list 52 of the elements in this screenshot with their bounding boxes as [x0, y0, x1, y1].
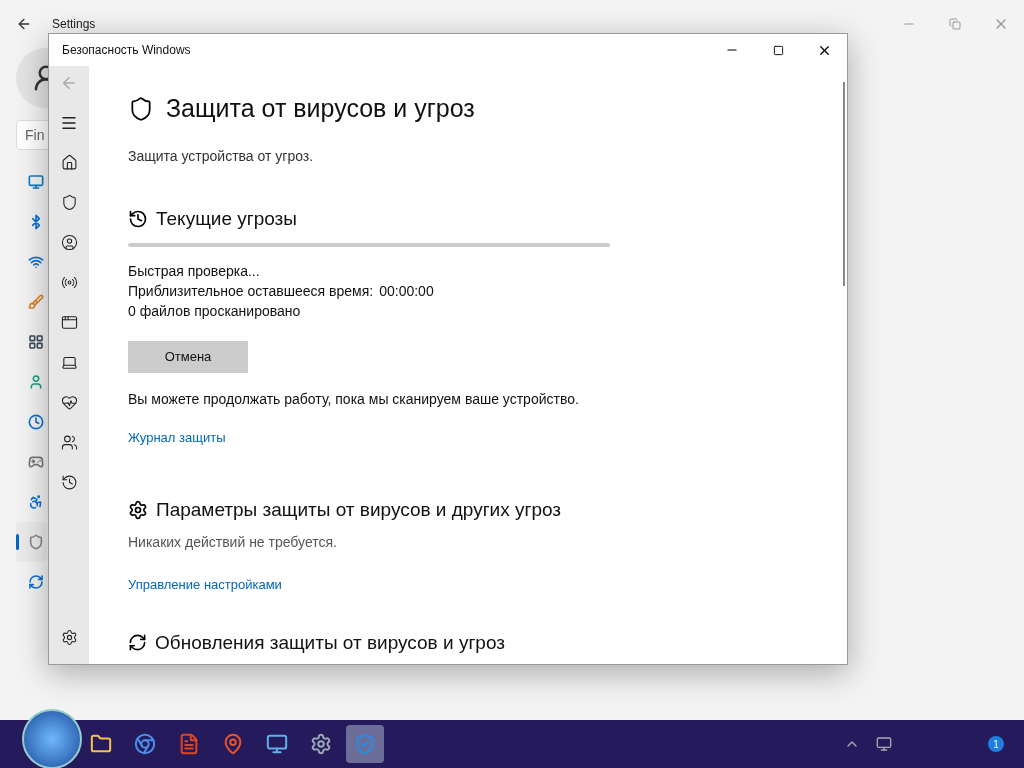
manage-settings-link[interactable]: Управление настройками	[128, 575, 847, 595]
browser-icon[interactable]	[60, 314, 78, 331]
page-heading: Защита от вирусов и угроз	[166, 93, 475, 124]
shield-icon	[28, 534, 44, 550]
settings-icon[interactable]	[60, 629, 78, 646]
window-title: Settings	[52, 16, 96, 33]
start-button[interactable]	[22, 709, 82, 768]
wifi-icon	[28, 254, 44, 270]
explorer-icon	[90, 733, 112, 755]
remaining-time-label: Приблизительное оставшееся время:	[128, 282, 374, 301]
brush-icon	[28, 294, 44, 310]
restore-icon	[949, 18, 961, 30]
accessibility-icon	[28, 494, 44, 510]
maximize-icon	[772, 44, 784, 56]
scan-status: Быстрая проверка...	[128, 262, 261, 281]
page-subtitle: Защита устройства от угроз.	[128, 146, 315, 166]
clock-icon	[28, 414, 44, 430]
notification-badge[interactable]: 1	[988, 736, 1004, 752]
health-icon[interactable]	[60, 394, 78, 411]
gamepad-icon	[28, 454, 44, 470]
back-icon[interactable]	[16, 16, 32, 32]
refresh-icon	[128, 633, 147, 653]
menu-icon[interactable]	[60, 114, 78, 132]
section-heading: Параметры защиты от вирусов и других угроз	[156, 497, 562, 522]
scan-note: Вы можете продолжать работу, пока мы сканируем ваше устройство.	[128, 390, 580, 409]
history-icon[interactable]	[60, 474, 78, 491]
section-heading: Обновления защиты от вирусов и угроз	[155, 630, 505, 655]
section-heading: Текущие угрозы	[156, 206, 297, 231]
network-icon[interactable]	[60, 274, 78, 291]
user-icon	[28, 374, 44, 390]
display-icon	[28, 174, 44, 190]
settings-status: Никаких действий не требуется.	[128, 533, 338, 552]
shield-icon[interactable]	[60, 194, 78, 211]
family-icon[interactable]	[60, 434, 78, 451]
apps-icon	[28, 334, 44, 350]
shield-icon	[128, 95, 154, 122]
home-icon[interactable]	[60, 154, 78, 171]
device-icon[interactable]	[60, 354, 78, 371]
security-icon	[354, 733, 376, 755]
account-icon[interactable]	[60, 234, 78, 251]
settings-nav-item[interactable]	[16, 522, 47, 562]
network-icon[interactable]	[876, 736, 892, 752]
files-scanned: 0 файлов просканировано	[128, 302, 302, 321]
update-icon	[28, 574, 44, 590]
cancel-button[interactable]: Отмена	[128, 341, 248, 373]
settings-icon	[310, 733, 332, 755]
monitor-icon	[266, 733, 288, 755]
maps-icon	[222, 733, 244, 755]
window-title: Безопасность Windows	[62, 42, 191, 59]
protection-history-link[interactable]: Журнал защиты	[128, 428, 847, 448]
chrome-icon	[134, 733, 156, 755]
remaining-time-value: 00:00:00	[379, 282, 434, 301]
